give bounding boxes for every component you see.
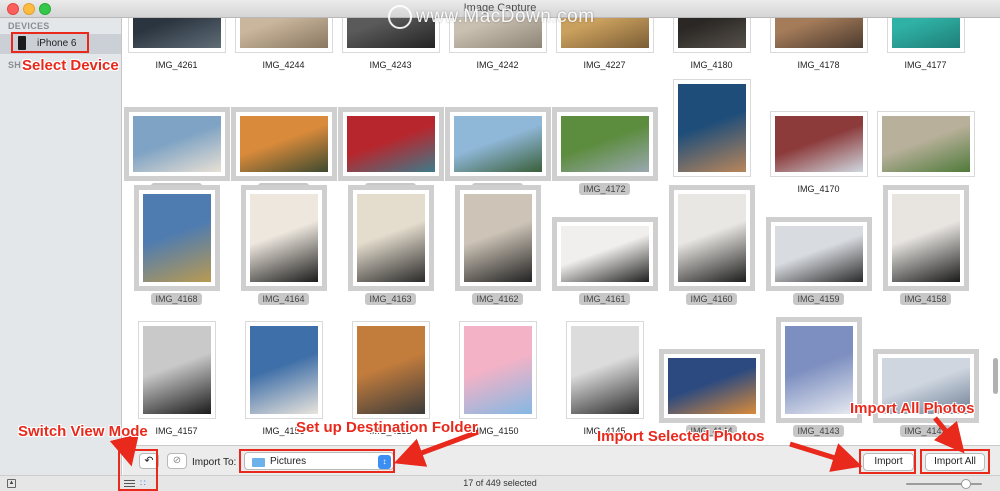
sidebar: DEVICES iPhone 6 SH [0, 18, 122, 475]
photo-filename: IMG_4242 [476, 60, 519, 70]
photo-thumbnail[interactable]: IMG_4169 [872, 76, 979, 196]
photo-filename: IMG_4162 [444, 293, 551, 305]
photo-filename: IMG_4164 [230, 293, 337, 305]
photo-image [663, 354, 760, 418]
photo-filename: IMG_4243 [369, 60, 412, 70]
photo-image [566, 322, 643, 418]
photo-image [877, 112, 974, 176]
scroll-thumb[interactable] [993, 358, 998, 394]
photo-filename: IMG_4180 [690, 60, 733, 70]
view-mode-highlight [118, 449, 158, 491]
photo-image [673, 190, 750, 286]
photo-filename: IMG_4160 [658, 293, 765, 305]
switch-view-mode-callout: Switch View Mode [18, 423, 148, 440]
photo-filename: IMG_4142 [872, 425, 979, 437]
watermark: www.MacDown.com [388, 5, 595, 29]
shared-header: SH [8, 60, 22, 70]
destination-folder-callout: Set up Destination Folder [296, 419, 478, 436]
photo-filename: IMG_4177 [904, 60, 947, 70]
photo-filename: IMG_4163 [337, 293, 444, 305]
photo-image [138, 322, 215, 418]
photo-image [770, 18, 867, 52]
photo-thumbnail[interactable]: IMG_4161 [551, 186, 658, 306]
photo-thumbnail[interactable]: IMG_4158 [872, 186, 979, 306]
photo-filename: IMG_4143 [765, 425, 872, 437]
import-highlight [859, 449, 916, 474]
photo-image [245, 190, 322, 286]
photo-image [887, 190, 964, 286]
photo-image [342, 112, 439, 176]
photo-image [449, 112, 546, 176]
photo-image [770, 222, 867, 286]
photo-thumbnail[interactable]: IMG_4144 [658, 318, 765, 438]
select-device-callout: Select Device [22, 57, 119, 74]
photo-image [138, 190, 215, 286]
delete-button[interactable]: ⊘ [167, 453, 187, 469]
photo-image [887, 18, 964, 52]
import-selected-callout: Import Selected Photos [597, 428, 765, 445]
photo-thumbnail[interactable]: IMG_4143 [765, 318, 872, 438]
image-capture-window: Image Capture DEVICES iPhone 6 SH IMG_42… [0, 0, 1000, 491]
photo-image [245, 322, 322, 418]
devices-header: DEVICES [8, 21, 50, 31]
photo-filename: IMG_4178 [797, 60, 840, 70]
photo-image [128, 112, 225, 176]
photo-image [673, 18, 750, 52]
photo-grid: IMG_4261 IMG_4244 IMG_4243 IMG_4242 IMG_4227… [123, 18, 1000, 445]
vertical-scrollbar[interactable] [992, 18, 1000, 445]
import-to-label: Import To: [192, 457, 237, 468]
photo-thumbnail[interactable]: IMG_4160 [658, 186, 765, 306]
slider-knob[interactable] [961, 479, 971, 489]
photo-thumbnail[interactable]: IMG_4176 [123, 76, 230, 196]
photo-filename: IMG_4227 [583, 60, 626, 70]
photo-image [673, 80, 750, 176]
photo-filename: IMG_4158 [872, 293, 979, 305]
photo-filename: IMG_4244 [262, 60, 305, 70]
photo-image [459, 190, 536, 286]
photo-filename: IMG_4261 [155, 60, 198, 70]
photo-filename: IMG_4161 [551, 293, 658, 305]
photo-image [128, 18, 225, 52]
photo-image [780, 322, 857, 418]
photo-thumbnail[interactable]: IMG_4159 [765, 186, 872, 306]
import-all-callout: Import All Photos [850, 400, 975, 417]
photo-thumbnail[interactable]: IMG_4170 [765, 76, 872, 196]
photo-thumbnail[interactable]: IMG_4174 [337, 76, 444, 196]
select-device-highlight [11, 32, 89, 53]
photo-image [352, 190, 429, 286]
photo-thumbnail[interactable]: IMG_4142 [872, 318, 979, 438]
photo-image [556, 222, 653, 286]
photo-thumbnail[interactable]: IMG_4164 [230, 186, 337, 306]
thumbnail-size-slider[interactable] [906, 479, 982, 489]
no-entry-icon: ⊘ [172, 455, 182, 466]
photo-thumbnail[interactable]: IMG_4172 [551, 76, 658, 196]
import-all-highlight [920, 449, 990, 474]
photo-filename: IMG_4159 [765, 293, 872, 305]
watermark-logo-icon [388, 5, 412, 29]
photo-thumbnail[interactable]: IMG_4145 [551, 318, 658, 438]
photo-image [235, 18, 332, 52]
photo-thumbnail[interactable]: IMG_4173 [444, 76, 551, 196]
photo-thumbnail[interactable]: IMG_4163 [337, 186, 444, 306]
destination-highlight [239, 449, 395, 473]
photo-thumbnail[interactable]: IMG_4157 [123, 318, 230, 438]
photo-thumbnail[interactable]: IMG_4168 [123, 186, 230, 306]
photo-image [235, 112, 332, 176]
photo-thumbnail[interactable]: IMG_4175 [230, 76, 337, 196]
photo-thumbnail[interactable]: IMG_4171 [658, 76, 765, 196]
photo-image [459, 322, 536, 418]
photo-image [352, 322, 429, 418]
photo-filename: IMG_4168 [123, 293, 230, 305]
photo-image [556, 112, 653, 176]
photo-image [770, 112, 867, 176]
photo-thumbnail[interactable]: IMG_4162 [444, 186, 551, 306]
